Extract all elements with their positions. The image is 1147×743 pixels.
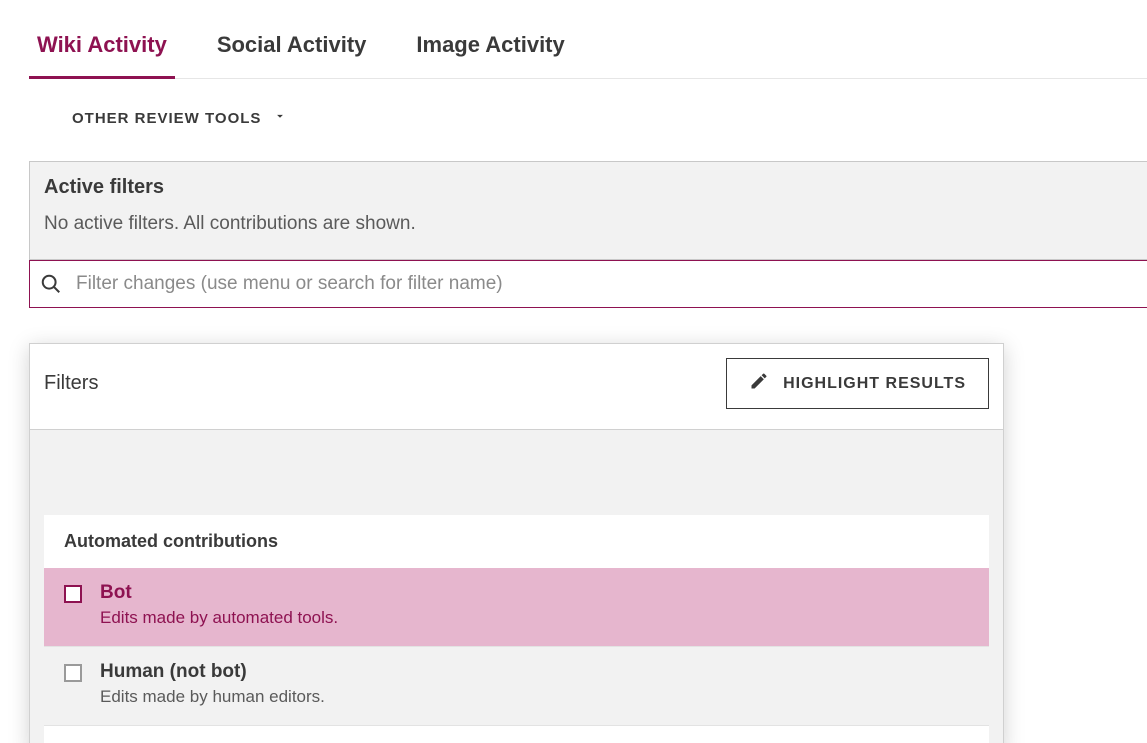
filters-popover: Filters HIGHLIGHT RESULTS Automated cont… xyxy=(29,343,1004,743)
filter-item-title: Human (not bot) xyxy=(100,661,969,683)
other-review-tools-label: OTHER REVIEW TOOLS xyxy=(72,110,261,127)
highlight-results-label: HIGHLIGHT RESULTS xyxy=(783,375,966,393)
filters-popover-body: Automated contributions Bot Edits made b… xyxy=(30,430,1003,743)
filter-item-desc: Edits made by automated tools. xyxy=(100,608,969,628)
highlight-results-button[interactable]: HIGHLIGHT RESULTS xyxy=(726,358,989,409)
checkbox-icon[interactable] xyxy=(64,664,82,682)
filter-item-texts: Human (not bot) Edits made by human edit… xyxy=(100,661,969,707)
active-filters-panel: Active filters No active filters. All co… xyxy=(29,161,1147,260)
tab-image-activity[interactable]: Image Activity xyxy=(408,0,572,79)
filters-popover-header: Filters HIGHLIGHT RESULTS xyxy=(30,344,1003,430)
filters-scroll-area[interactable]: Automated contributions Bot Edits made b… xyxy=(30,430,1003,743)
filters-popover-title: Filters xyxy=(44,372,98,395)
filter-group-heading: Automated contributions xyxy=(44,515,989,568)
active-filters-status: No active filters. All contributions are… xyxy=(44,213,1133,235)
filter-group-heading: Significance xyxy=(44,726,989,743)
filter-group-significance: Significance Minor edits Edits the autho… xyxy=(44,726,989,743)
filter-item-desc: Edits made by human editors. xyxy=(100,687,969,707)
chevron-down-icon xyxy=(273,109,287,127)
filter-item-title: Bot xyxy=(100,582,969,604)
filter-item-bot[interactable]: Bot Edits made by automated tools. xyxy=(44,568,989,647)
filter-search-row xyxy=(29,260,1147,308)
pencil-icon xyxy=(749,371,769,396)
tabs: Wiki Activity Social Activity Image Acti… xyxy=(29,0,1147,79)
other-review-tools-dropdown[interactable]: OTHER REVIEW TOOLS xyxy=(0,79,1147,127)
search-icon xyxy=(40,273,62,295)
filter-item-texts: Bot Edits made by automated tools. xyxy=(100,582,969,628)
filter-search-input[interactable] xyxy=(76,273,1137,295)
checkbox-icon[interactable] xyxy=(64,585,82,603)
tabs-bar: Wiki Activity Social Activity Image Acti… xyxy=(0,0,1147,79)
filter-item-human-not-bot[interactable]: Human (not bot) Edits made by human edit… xyxy=(44,647,989,726)
tab-wiki-activity[interactable]: Wiki Activity xyxy=(29,0,175,79)
filter-group-automated-contributions: Automated contributions Bot Edits made b… xyxy=(44,515,989,726)
active-filters-title: Active filters xyxy=(44,176,1133,199)
tab-social-activity[interactable]: Social Activity xyxy=(209,0,375,79)
